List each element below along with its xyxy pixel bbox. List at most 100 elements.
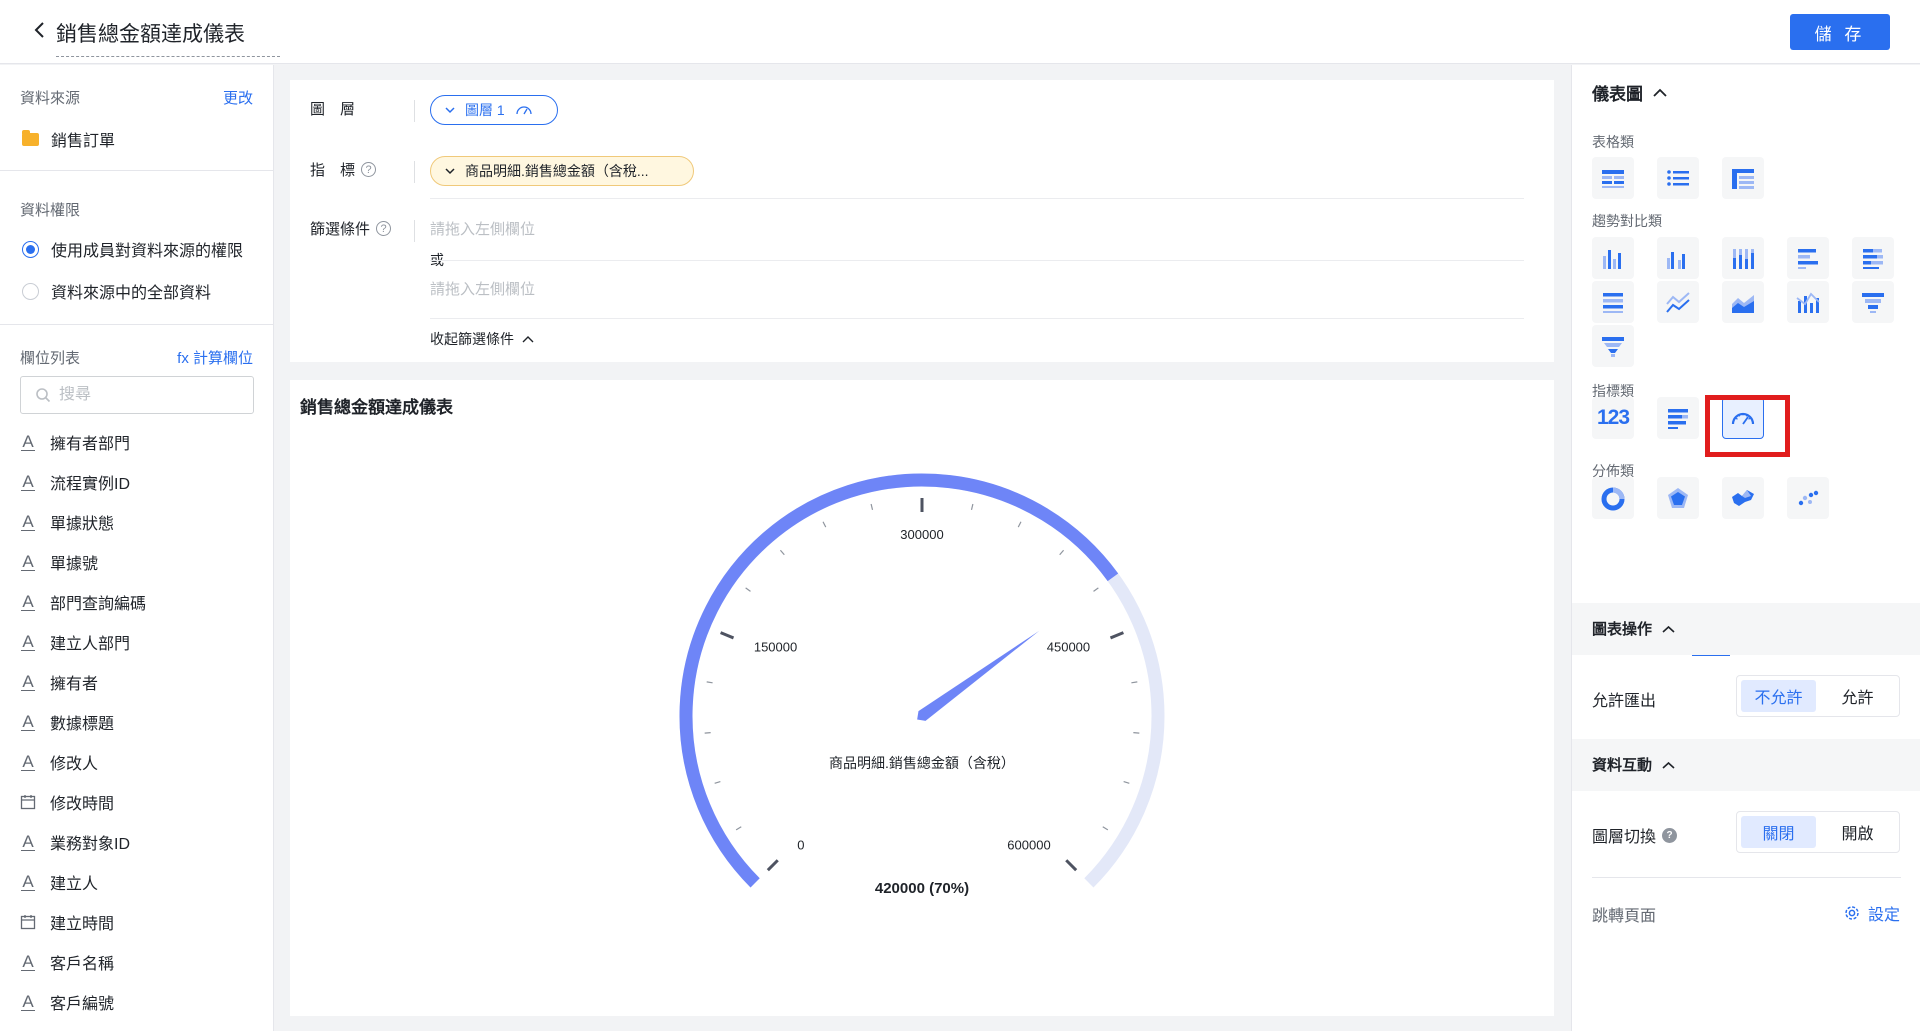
field-label: 建立人 — [50, 876, 99, 893]
horizontal-bar-icon[interactable] — [1787, 237, 1829, 279]
field-item[interactable]: A 修改人 — [20, 742, 146, 782]
percent-hbar-icon[interactable] — [1592, 281, 1634, 323]
number-kpi-icon[interactable]: 123 — [1592, 397, 1634, 439]
filter-label: 篩選條件 — [310, 221, 371, 238]
layer-switch-off-option[interactable]: 關閉 — [1741, 816, 1816, 848]
gauge-mini-icon — [516, 106, 532, 115]
gauge-pointer — [917, 630, 1040, 721]
line-chart-icon[interactable] — [1657, 281, 1699, 323]
funnel-chart-icon[interactable] — [1852, 281, 1894, 323]
filter-dropzone-2[interactable]: 請拖入左側欄位 — [430, 278, 535, 299]
gauge-minor-tick — [706, 681, 713, 684]
gauge-major-tick — [1109, 631, 1124, 640]
data-interaction-header[interactable]: 資料互動 — [1592, 754, 1675, 775]
text-type-icon: A — [20, 472, 36, 491]
divider — [0, 170, 273, 171]
field-item[interactable]: A 建立人部門 — [20, 622, 146, 662]
export-allow-option[interactable]: 允許 — [1820, 680, 1895, 712]
field-item[interactable]: A 擁有者 — [20, 662, 146, 702]
field-item[interactable]: A 單據狀態 — [20, 502, 146, 542]
map-chart-icon[interactable] — [1722, 477, 1764, 519]
field-label: 流程實例ID — [50, 476, 131, 493]
field-list-label: 欄位列表 — [20, 350, 81, 367]
collapse-filter-button[interactable]: 收起篩選條件 — [430, 329, 534, 349]
field-item[interactable]: A 數據標題 — [20, 702, 146, 742]
help-icon[interactable]: ? — [361, 162, 377, 177]
group-trend-label: 趨勢對比類 — [1592, 213, 1662, 229]
text-type-icon: A — [20, 632, 36, 651]
chevron-up-icon — [1662, 761, 1675, 769]
field-item[interactable]: A 客戶編號 — [20, 982, 146, 1022]
chart-ops-section[interactable]: 圖表操作 — [1572, 603, 1920, 655]
export-disallow-option[interactable]: 不允許 — [1741, 680, 1816, 712]
gauge-chart-icon[interactable] — [1722, 397, 1764, 439]
chevron-up-icon — [1653, 88, 1667, 97]
stacked-bar-icon[interactable] — [1722, 237, 1764, 279]
help-icon[interactable]: ? — [1662, 827, 1678, 843]
data-source-item[interactable]: 銷售訂單 — [22, 127, 115, 151]
field-item[interactable]: A 部門查詢編碼 — [20, 582, 146, 622]
permission-option-member[interactable]: 使用成員對資料來源的權限 — [22, 237, 243, 261]
stacked-hbar-icon[interactable] — [1852, 237, 1894, 279]
page-title[interactable]: 銷售總金額達成儀表 — [56, 18, 280, 57]
chart-ops-title: 圖表操作 — [1592, 621, 1653, 638]
field-item[interactable]: A 擁有者部門 — [20, 422, 146, 462]
field-item[interactable]: A 建立人 — [20, 862, 146, 902]
help-icon[interactable]: ? — [376, 221, 392, 236]
text-type-icon: A — [20, 952, 36, 971]
search-input[interactable] — [59, 386, 229, 404]
combo-chart-icon[interactable] — [1787, 281, 1829, 323]
detail-list-icon[interactable] — [1657, 157, 1699, 199]
chart-card: 銷售總金額達成儀表 0 150000 300000 450000 600000 商品明細.… — [290, 380, 1554, 1016]
scatter-chart-icon[interactable] — [1787, 477, 1829, 519]
chevron-down-icon — [445, 168, 455, 175]
chart-type-header[interactable]: 儀表圖 — [1592, 80, 1667, 105]
allow-export-toggle[interactable]: 不允許 允許 — [1736, 675, 1900, 717]
gauge-minor-tick — [735, 826, 742, 831]
field-item[interactable]: A 客戶名稱 — [20, 942, 146, 982]
radio-unselected[interactable] — [22, 282, 39, 300]
layer-switch-on-option[interactable]: 開啟 — [1820, 816, 1895, 848]
field-item[interactable]: 建立時間 — [20, 902, 146, 942]
jump-settings-link[interactable]: 設定 — [1844, 901, 1900, 925]
data-interaction-section[interactable]: 資料互動 — [1572, 739, 1920, 791]
field-search[interactable] — [20, 376, 254, 414]
gauge-chart: 0 150000 300000 450000 600000 商品明細.銷售總金額（含稅） 4… — [679, 473, 1165, 897]
gauge-minor-tick — [714, 780, 721, 784]
table-chart-icon[interactable] — [1592, 157, 1634, 199]
grouped-bar-icon[interactable] — [1657, 237, 1699, 279]
text-type-icon: A — [20, 592, 36, 611]
filter-dropzone-1[interactable]: 請拖入左側欄位 — [430, 218, 535, 239]
back-arrow-icon[interactable] — [30, 20, 50, 40]
search-icon — [36, 388, 51, 403]
save-button[interactable]: 儲 存 — [1790, 14, 1890, 50]
gauge-minor-tick — [1131, 681, 1138, 684]
waterfall-funnel-icon[interactable] — [1592, 325, 1634, 367]
permission-option-label: 資料來源中的全部資料 — [51, 285, 212, 302]
field-label: 擁有者 — [50, 676, 99, 693]
change-source-link[interactable]: 更改 — [223, 87, 253, 108]
field-item[interactable]: A 流程實例ID — [20, 462, 146, 502]
permission-option-all[interactable]: 資料來源中的全部資料 — [22, 279, 211, 303]
field-item[interactable]: A 單據號 — [20, 542, 146, 582]
top-bar: 銷售總金額達成儀表 儲 存 — [0, 0, 1920, 64]
data-source-label: 資料來源 — [20, 90, 81, 107]
metric-chip[interactable]: 商品明細.銷售總金額（含稅... — [430, 156, 694, 186]
field-item[interactable]: A 業務對象ID — [20, 822, 146, 862]
metric-value: 商品明細.銷售總金額（含稅... — [465, 163, 649, 179]
pie-chart-icon[interactable] — [1592, 477, 1634, 519]
layer-selector[interactable]: 圖層 1 — [430, 95, 558, 125]
area-chart-icon[interactable] — [1722, 281, 1764, 323]
pivot-table-icon[interactable] — [1722, 157, 1764, 199]
layer-switch-toggle[interactable]: 關閉 開啟 — [1736, 811, 1900, 853]
text-type-icon: A — [20, 992, 36, 1011]
bar-chart-icon[interactable] — [1592, 237, 1634, 279]
radar-chart-icon[interactable] — [1657, 477, 1699, 519]
calc-field-link[interactable]: fx 計算欄位 — [177, 347, 253, 368]
data-interaction-title: 資料互動 — [1592, 757, 1653, 774]
field-item[interactable]: 修改時間 — [20, 782, 146, 822]
divider — [430, 260, 1524, 261]
chart-ops-header[interactable]: 圖表操作 — [1592, 618, 1675, 639]
progress-bar-icon[interactable] — [1657, 397, 1699, 439]
radio-selected[interactable] — [22, 240, 39, 258]
